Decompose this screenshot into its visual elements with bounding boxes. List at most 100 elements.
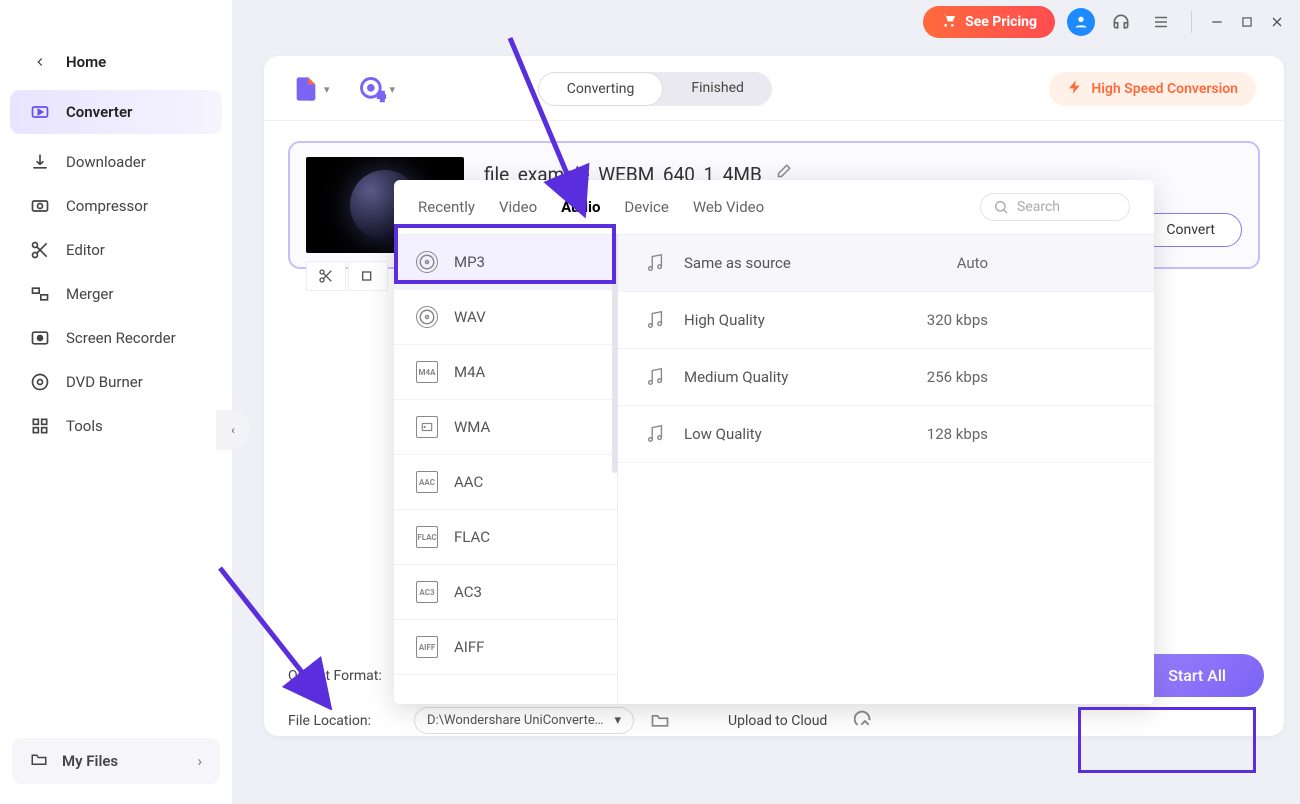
sidebar-collapse-toggle[interactable]: ‹	[216, 410, 250, 450]
chevron-down-icon: ▾	[390, 83, 396, 96]
format-label: WAV	[454, 308, 486, 326]
quality-item-high[interactable]: High Quality 320 kbps	[618, 292, 1154, 349]
trim-action[interactable]	[306, 261, 346, 291]
merger-icon	[30, 284, 50, 304]
music-icon	[644, 423, 666, 445]
music-icon	[644, 252, 666, 274]
music-icon	[644, 309, 666, 331]
folder-icon	[30, 750, 48, 772]
quality-label: High Quality	[684, 311, 765, 329]
format-item-aiff[interactable]: AIFFAIFF	[394, 620, 617, 675]
format-icon: M4A	[416, 361, 438, 383]
format-item-m4a[interactable]: M4AM4A	[394, 345, 617, 400]
format-icon: AAC	[416, 471, 438, 493]
tab-finished[interactable]: Finished	[663, 72, 772, 106]
popover-tab-recently[interactable]: Recently	[418, 192, 475, 222]
sidebar-label: Converter	[66, 103, 132, 121]
popover-tabs: Recently Video Audio Device Web Video Se…	[394, 180, 1154, 235]
format-item-wma[interactable]: WMA	[394, 400, 617, 455]
file-location-select[interactable]: D:\Wondershare UniConverter 1▾	[414, 707, 634, 734]
sidebar-label: Tools	[66, 417, 103, 435]
account-button[interactable]	[1067, 8, 1095, 36]
format-icon: FLAC	[416, 526, 438, 548]
sidebar-item-dvd-burner[interactable]: DVD Burner	[0, 360, 232, 404]
sidebar: Home Converter Downloader Compressor Edi…	[0, 0, 232, 804]
format-item-flac[interactable]: FLAC FLAC	[394, 510, 617, 565]
sidebar-item-compressor[interactable]: Compressor	[0, 184, 232, 228]
chevron-down-icon: ▾	[324, 83, 330, 96]
search-icon	[993, 199, 1009, 215]
titlebar: See Pricing	[923, 6, 1286, 38]
format-item-aac[interactable]: AACAAC	[394, 455, 617, 510]
format-item-ac3[interactable]: AC3 AC3	[394, 565, 617, 620]
quality-list: Same as sourceAuto High Quality320 kbps …	[618, 235, 1154, 704]
see-pricing-label: See Pricing	[965, 14, 1037, 30]
quality-rate: Auto	[957, 254, 988, 272]
convert-button[interactable]: Convert	[1139, 213, 1242, 247]
chevron-right-icon: ›	[197, 752, 202, 770]
chevron-left-icon	[30, 52, 50, 72]
menu-button[interactable]	[1147, 8, 1175, 36]
see-pricing-button[interactable]: See Pricing	[923, 6, 1055, 38]
music-icon	[644, 366, 666, 388]
minimize-button[interactable]	[1208, 13, 1226, 31]
popover-tab-device[interactable]: Device	[624, 192, 668, 222]
my-files-label: My Files	[62, 752, 118, 770]
support-button[interactable]	[1107, 8, 1135, 36]
sidebar-item-screen-recorder[interactable]: Screen Recorder	[0, 316, 232, 360]
sidebar-item-downloader[interactable]: Downloader	[0, 140, 232, 184]
popover-tab-audio[interactable]: Audio	[561, 192, 600, 222]
format-item-wav[interactable]: WAV	[394, 290, 617, 345]
format-search-input[interactable]: Search	[980, 193, 1130, 221]
maximize-button[interactable]	[1238, 13, 1256, 31]
sidebar-label: Screen Recorder	[66, 329, 176, 347]
scissors-icon	[30, 240, 50, 260]
sidebar-item-editor[interactable]: Editor	[0, 228, 232, 272]
open-folder-button[interactable]	[650, 710, 672, 732]
quality-label: Low Quality	[684, 425, 762, 443]
quality-item-source[interactable]: Same as sourceAuto	[618, 235, 1154, 292]
tab-converting[interactable]: Converting	[538, 72, 664, 106]
quality-item-low[interactable]: Low Quality 128 kbps	[618, 406, 1154, 463]
popover-tab-video[interactable]: Video	[499, 192, 537, 222]
format-label: AC3	[454, 583, 482, 601]
cart-icon	[941, 12, 957, 32]
format-label: MP3	[454, 253, 485, 271]
format-list[interactable]: MP3 WAV M4AM4A WMA AACAAC FLACFLAC AC3AC…	[394, 235, 618, 704]
format-label: FLAC	[454, 528, 490, 546]
popover-tab-webvideo[interactable]: Web Video	[693, 192, 764, 222]
chevron-down-icon: ▾	[614, 713, 621, 728]
format-icon	[416, 416, 438, 438]
sidebar-label: DVD Burner	[66, 373, 143, 391]
sidebar-item-converter[interactable]: Converter	[10, 90, 222, 134]
compressor-icon	[30, 196, 50, 216]
sidebar-label: Compressor	[66, 197, 148, 215]
quality-rate: 320 kbps	[927, 311, 988, 329]
sidebar-item-tools[interactable]: Tools	[0, 404, 232, 448]
hsc-label: High Speed Conversion	[1091, 81, 1238, 97]
sidebar-home-label: Home	[66, 53, 106, 71]
format-scrollbar[interactable]	[612, 233, 618, 473]
dvd-icon	[30, 372, 50, 392]
sidebar-label: Editor	[66, 241, 105, 259]
download-icon	[30, 152, 50, 172]
cloud-icon[interactable]	[854, 710, 876, 732]
format-icon: AC3	[416, 581, 438, 603]
format-label: AIFF	[454, 638, 484, 656]
format-item-mp3[interactable]: MP3	[394, 235, 617, 290]
svg-text:+: +	[307, 87, 316, 103]
crop-action[interactable]	[348, 261, 388, 291]
quality-rate: 128 kbps	[927, 425, 988, 443]
high-speed-badge[interactable]: High Speed Conversion	[1049, 72, 1256, 106]
add-dvd-button[interactable]: + ▾	[358, 75, 396, 103]
sidebar-item-merger[interactable]: Merger	[0, 272, 232, 316]
my-files-button[interactable]: My Files ›	[12, 738, 220, 784]
quality-item-medium[interactable]: Medium Quality256 kbps	[618, 349, 1154, 406]
close-button[interactable]	[1268, 13, 1286, 31]
add-file-button[interactable]: + ▾	[292, 75, 330, 103]
recorder-icon	[30, 328, 50, 348]
grid-icon	[30, 416, 50, 436]
sidebar-item-home[interactable]: Home	[0, 40, 232, 84]
lightning-icon	[1067, 79, 1083, 99]
file-location-label: File Location:	[288, 713, 398, 729]
